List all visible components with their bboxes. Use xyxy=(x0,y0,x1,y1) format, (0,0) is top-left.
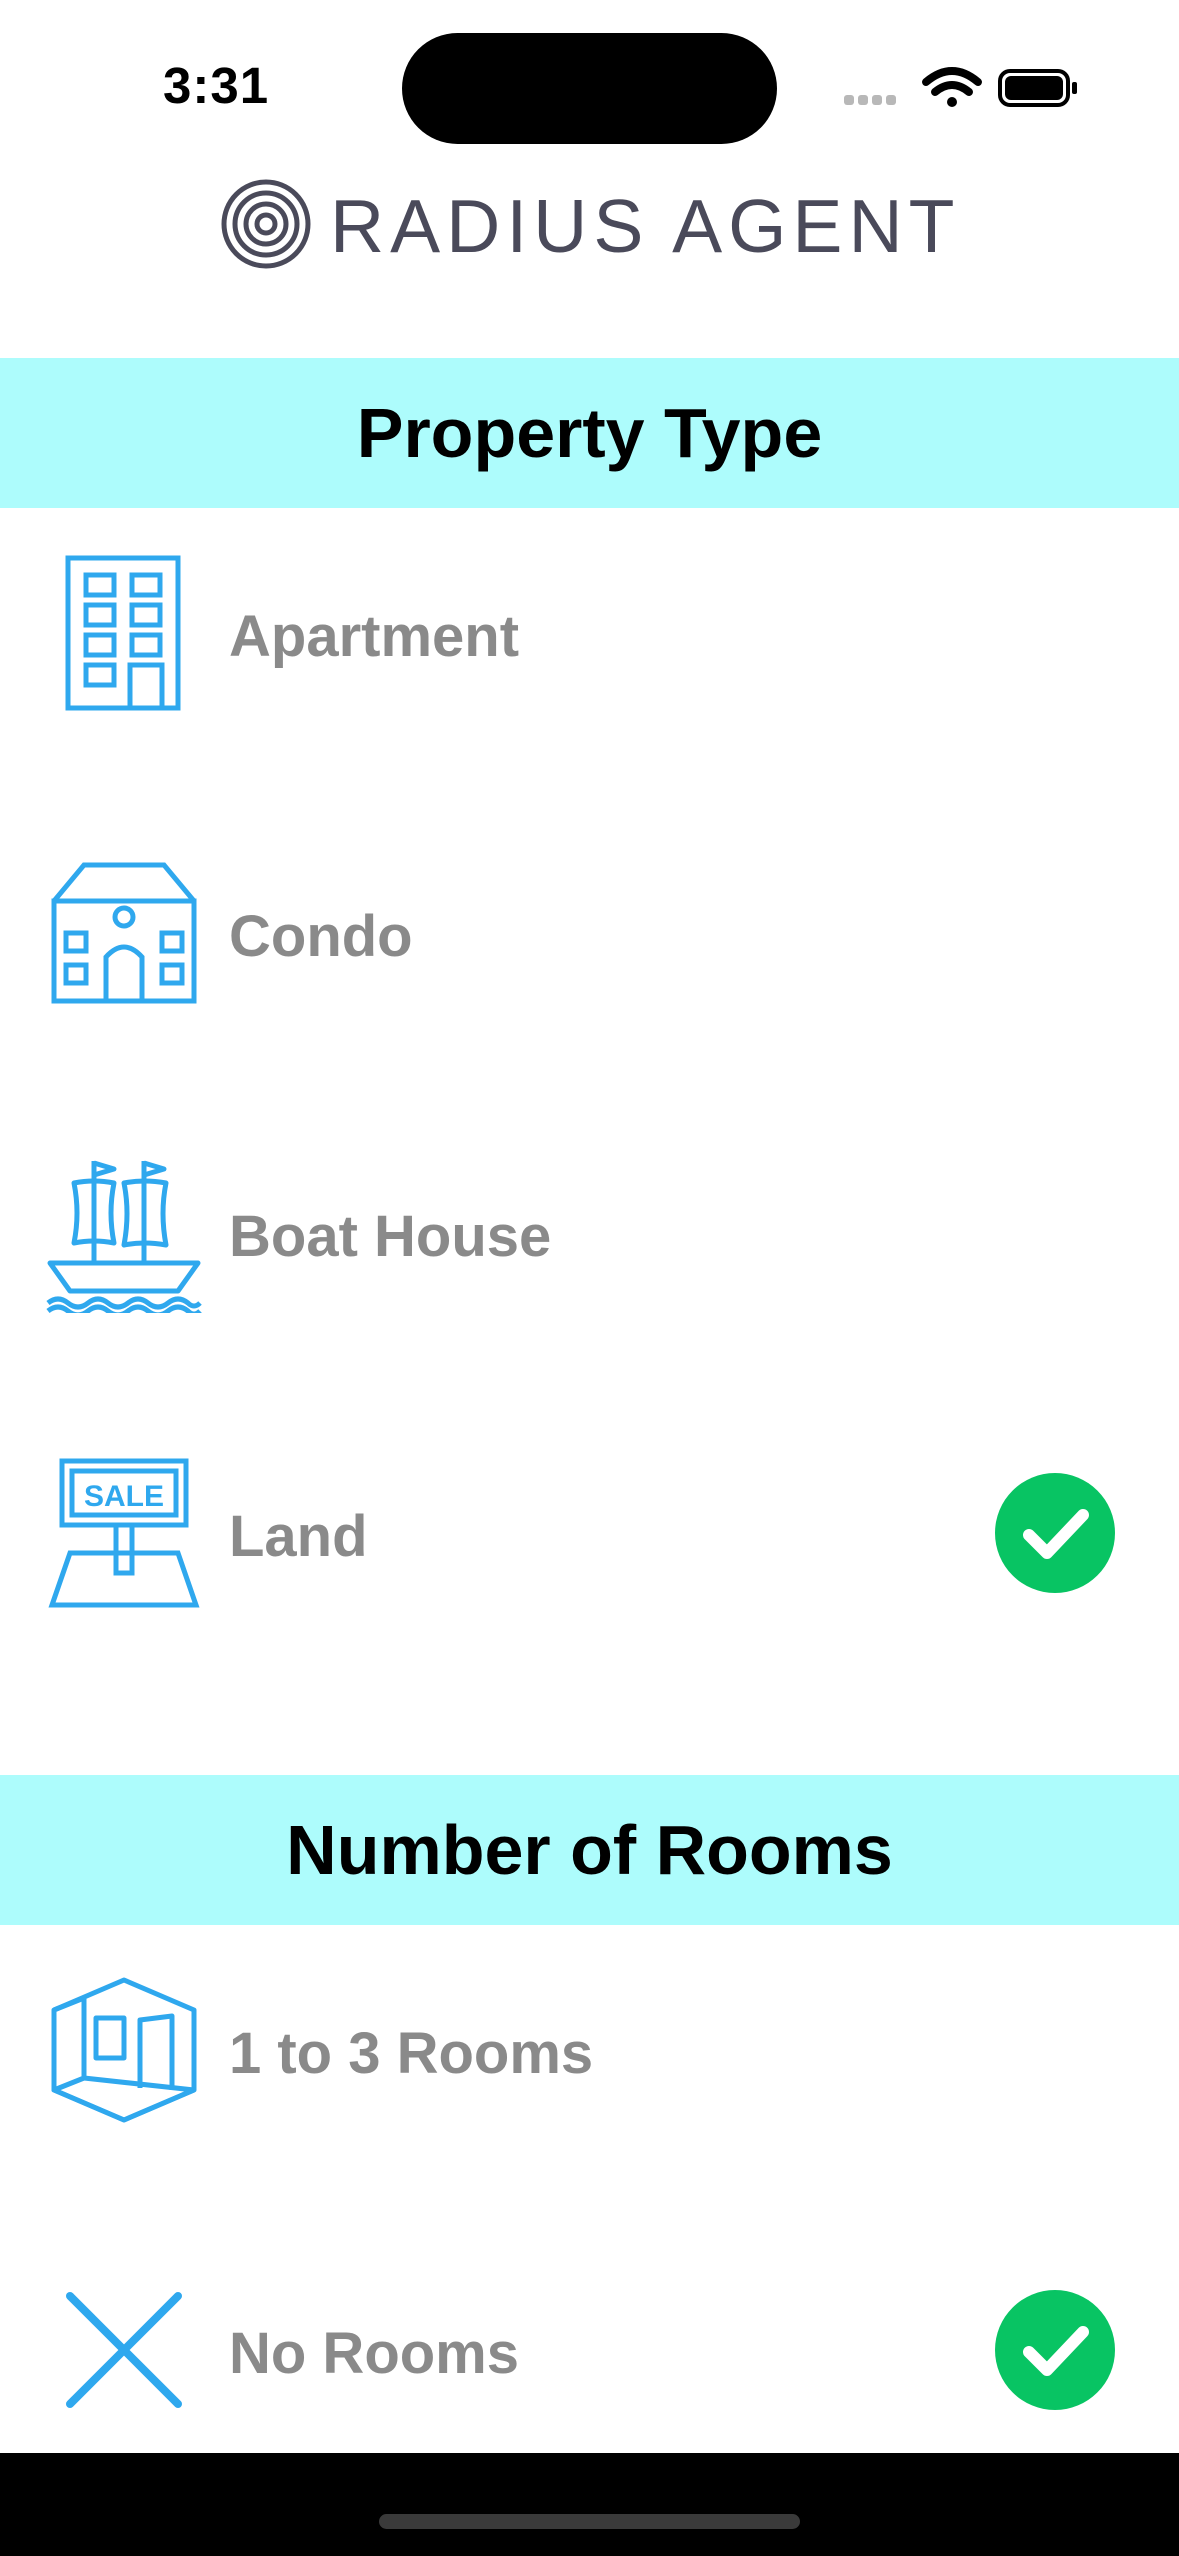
section-title: Number of Rooms xyxy=(286,1811,893,1889)
radius-rings-logo-icon xyxy=(220,178,312,275)
app-logo: RADIUS AGENT xyxy=(220,178,961,275)
dynamic-island xyxy=(402,33,777,144)
section-title: Property Type xyxy=(356,394,823,472)
option-condo[interactable]: Condo xyxy=(0,808,1179,1058)
option-label: Apartment xyxy=(229,604,520,669)
x-cross-icon xyxy=(44,2270,204,2430)
apartment-building-icon xyxy=(44,553,204,713)
section-header-property-type: Property Type xyxy=(0,358,1179,508)
selected-check-icon xyxy=(995,2290,1115,2410)
option-no-rooms[interactable]: No Rooms xyxy=(0,2225,1179,2475)
option-boat-house[interactable]: Boat House xyxy=(0,1108,1179,1358)
screen: 3:31 RADIUS AGENT Property Type Apartmen… xyxy=(0,0,1179,2556)
wifi-icon xyxy=(922,67,982,107)
option-label: Condo xyxy=(229,904,413,969)
battery-full-icon xyxy=(998,69,1077,107)
option-label: 1 to 3 Rooms xyxy=(229,2021,594,2086)
status-icons xyxy=(844,64,1084,112)
option-label: No Rooms xyxy=(229,2321,519,2386)
condo-house-icon xyxy=(44,853,204,1013)
cellular-dots-icon xyxy=(844,95,896,105)
logo-text: RADIUS AGENT xyxy=(330,183,961,268)
status-time: 3:31 xyxy=(163,57,270,114)
home-indicator[interactable] xyxy=(379,2514,800,2529)
option-land[interactable]: SALE Land xyxy=(0,1408,1179,1658)
selected-check-icon xyxy=(995,1473,1115,1593)
option-label: Boat House xyxy=(229,1204,552,1269)
sailing-ship-icon xyxy=(44,1153,204,1318)
bottom-bar xyxy=(0,2453,1179,2556)
room-cube-icon xyxy=(44,1970,204,2130)
option-1-to-3-rooms[interactable]: 1 to 3 Rooms xyxy=(0,1925,1179,2175)
section-header-rooms: Number of Rooms xyxy=(0,1775,1179,1925)
sign-text: SALE xyxy=(84,1480,164,1513)
option-label: Land xyxy=(229,1504,368,1569)
option-apartment[interactable]: Apartment xyxy=(0,508,1179,758)
sale-sign-icon: SALE xyxy=(44,1453,204,1613)
